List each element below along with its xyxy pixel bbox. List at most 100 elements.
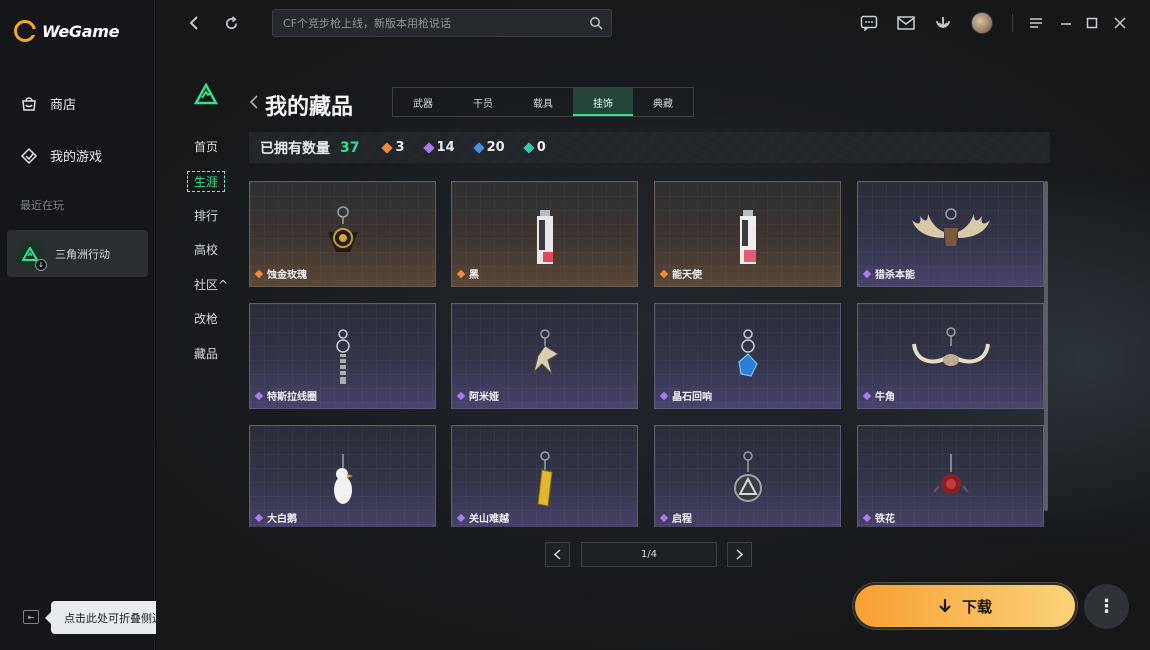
game-nav-gun-mod[interactable]: 改枪	[194, 310, 218, 327]
item-card[interactable]: 特斯拉线圈	[249, 303, 436, 409]
chat-icon[interactable]	[859, 13, 879, 33]
game-nav-ranking[interactable]: 排行	[194, 207, 218, 224]
rarity-count-value: 0	[536, 140, 546, 155]
wegame-sidebar: WeGame 商店 我的游戏 最近在玩 ↓ 三角洲行动 ⇤	[0, 0, 155, 650]
item-name: 铁花	[875, 514, 895, 525]
item-card[interactable]: 阿米娅	[451, 303, 638, 409]
maximize-icon[interactable]	[1082, 13, 1102, 33]
download-button[interactable]: 下载	[853, 583, 1077, 629]
collection-tabs: 武器 干员 载具 挂饰 典藏	[392, 87, 694, 117]
download-label: 下载	[961, 597, 992, 616]
menu-icon[interactable]	[1026, 13, 1046, 33]
orange-gem-icon	[456, 269, 466, 278]
mail-icon[interactable]	[896, 13, 916, 33]
grid-scrollbar[interactable]	[1044, 181, 1048, 511]
item-label: 铁花	[862, 510, 895, 525]
page-title: 我的藏品	[265, 95, 354, 120]
item-label: 蚀金玫瑰	[254, 266, 307, 281]
wegame-logo-icon	[14, 20, 37, 42]
purple-gem-icon	[422, 141, 435, 154]
back-nav-icon[interactable]	[184, 13, 204, 33]
rarity-purple-count: 14	[422, 140, 455, 155]
search-input[interactable]	[283, 14, 583, 32]
item-name: 大白鹅	[267, 514, 297, 525]
item-card[interactable]: 猎杀本能	[857, 181, 1044, 287]
purple-gem-icon	[456, 513, 466, 522]
page-back-icon[interactable]	[249, 94, 258, 113]
item-card[interactable]: 大白鹅	[249, 425, 436, 527]
close-icon[interactable]	[1110, 13, 1130, 33]
rose-medallion-icon	[327, 206, 358, 252]
rarity-orange-count: 3	[381, 140, 405, 155]
gold-bar-icon	[536, 451, 553, 507]
item-name: 阿米娅	[469, 392, 499, 403]
item-card[interactable]: 黑	[451, 181, 638, 287]
user-avatar[interactable]	[971, 12, 993, 34]
sidebar-item-store[interactable]: 商店	[20, 94, 76, 113]
purple-gem-icon	[456, 391, 466, 400]
rarity-blue-count: 20	[472, 140, 505, 155]
item-card[interactable]: 牛角	[857, 303, 1044, 409]
item-name: 特斯拉线圈	[267, 392, 317, 403]
item-card[interactable]: 铁花	[857, 425, 1044, 527]
item-label: 能天使	[659, 266, 702, 281]
item-label: 关山难越	[456, 510, 509, 525]
item-card[interactable]: 启程	[654, 425, 841, 527]
item-label: 特斯拉线圈	[254, 388, 317, 403]
item-label: 启程	[659, 510, 692, 525]
item-card[interactable]: 晶石回响	[654, 303, 841, 409]
item-label: 猎杀本能	[862, 266, 915, 281]
item-card[interactable]: 能天使	[654, 181, 841, 287]
tab-collectibles[interactable]: 典藏	[633, 88, 693, 116]
main-area: 首页 生涯 排行 高校 社区^ 改枪 藏品 我的藏品 武器 干员 载具 挂饰 典…	[156, 0, 1150, 650]
collapse-sidebar-icon[interactable]: ⇤	[23, 610, 39, 624]
my-games-icon	[20, 147, 38, 164]
delta-force-logo-icon[interactable]	[194, 83, 218, 105]
tab-operators[interactable]: 干员	[453, 88, 513, 116]
recent-section-label: 最近在玩	[20, 199, 64, 212]
refresh-icon[interactable]	[221, 13, 241, 33]
item-card[interactable]: 关山难越	[451, 425, 638, 527]
page-indicator[interactable]: 1/4	[581, 542, 717, 567]
crystal-charm-icon	[737, 329, 758, 377]
wegame-logo[interactable]: WeGame	[14, 20, 119, 42]
card-tag-icon	[739, 210, 756, 264]
game-nav-collection[interactable]: 藏品	[194, 345, 218, 362]
triangle-coin-icon	[733, 451, 762, 502]
teal-gem-icon	[523, 141, 535, 154]
purple-gem-icon	[659, 391, 669, 400]
game-nav-community[interactable]: 社区^	[194, 276, 228, 293]
tesla-coil-icon	[335, 329, 350, 384]
next-page-button[interactable]	[727, 542, 752, 567]
sidebar-item-label: 商店	[50, 98, 77, 113]
item-name: 猎杀本能	[875, 270, 915, 281]
purple-gem-icon	[254, 391, 264, 400]
game-nav-home[interactable]: 首页	[194, 138, 218, 155]
item-card[interactable]: 蚀金玫瑰	[249, 181, 436, 287]
tab-weapons[interactable]: 武器	[393, 88, 453, 116]
download-manager-icon[interactable]	[933, 13, 953, 33]
wegame-logo-text: WeGame	[42, 21, 120, 41]
item-label: 晶石回响	[659, 388, 712, 403]
item-name: 能天使	[672, 270, 702, 281]
goose-charm-icon	[333, 454, 353, 504]
blue-gem-icon	[472, 141, 485, 154]
minimize-icon[interactable]	[1056, 13, 1076, 33]
owned-count-bar: 已拥有数量 37 3 14 20 0	[249, 132, 1050, 163]
item-label: 牛角	[862, 388, 895, 403]
sidebar-item-my-games[interactable]: 我的游戏	[20, 146, 102, 165]
orange-gem-icon	[659, 269, 669, 278]
search-icon[interactable]	[589, 16, 603, 30]
game-nav-career[interactable]: 生涯	[187, 171, 226, 192]
item-name: 蚀金玫瑰	[267, 270, 307, 281]
more-options-button[interactable]: ⋮	[1084, 584, 1129, 629]
recent-game-item[interactable]: ↓ 三角洲行动	[7, 230, 148, 277]
orange-gem-icon	[254, 269, 264, 278]
game-nav-college[interactable]: 高校	[194, 241, 218, 258]
item-name: 启程	[672, 514, 692, 525]
prev-page-button[interactable]	[545, 542, 570, 567]
search-box[interactable]	[272, 9, 612, 37]
tab-vehicles[interactable]: 载具	[513, 88, 573, 116]
purple-gem-icon	[659, 513, 669, 522]
tab-charms[interactable]: 挂饰	[573, 88, 633, 116]
